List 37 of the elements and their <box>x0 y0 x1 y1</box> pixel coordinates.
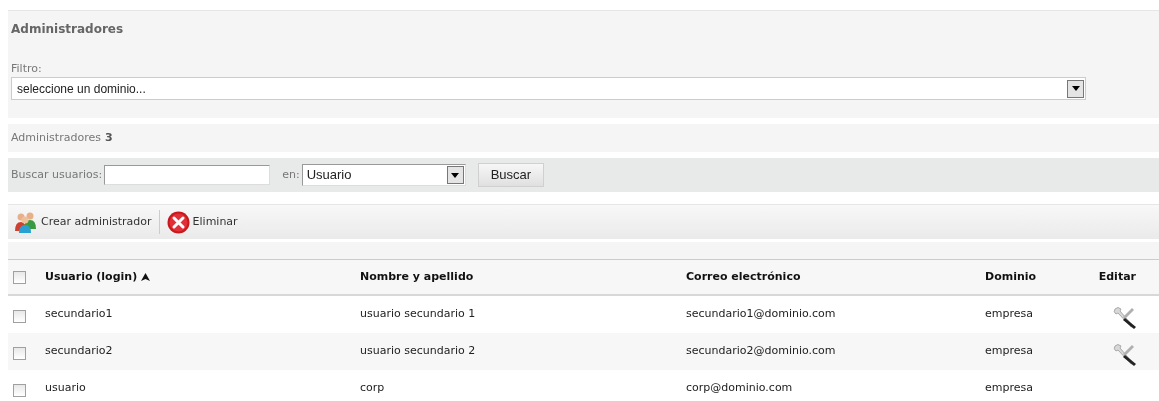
table-cell: usuario secundario 2 <box>360 344 476 358</box>
table-cell: usuario secundario 1 <box>360 307 476 321</box>
table-cell: secundario1 <box>45 307 113 321</box>
table-cell: corp@dominio.com <box>686 381 793 395</box>
column-header[interactable]: Editar <box>1098 268 1136 286</box>
table-cell: secundario1@dominio.com <box>686 307 836 321</box>
delete-button[interactable]: Eliminar <box>166 210 238 234</box>
checkbox[interactable] <box>13 384 26 397</box>
domain-select[interactable]: seleccione un dominio... <box>11 77 1086 100</box>
count-value: 3 <box>104 129 113 146</box>
checkbox[interactable] <box>13 270 26 284</box>
table-cell: secundario2 <box>45 344 113 358</box>
search-button[interactable]: Buscar <box>477 163 545 187</box>
table-cell: usuario <box>45 381 86 395</box>
search-field[interactable] <box>104 165 271 185</box>
field-select[interactable]: Usuario <box>301 164 466 186</box>
column-header[interactable]: Correo electrónico <box>686 268 801 286</box>
table-cell: empresa <box>985 307 1033 321</box>
checkbox[interactable] <box>13 347 26 360</box>
tools-icon[interactable] <box>1112 341 1138 366</box>
table-cell: secundario2@dominio.com <box>686 344 836 358</box>
tools-icon[interactable] <box>1112 304 1138 329</box>
users-icon <box>14 211 38 233</box>
page-title: Administradores <box>11 20 124 38</box>
search-label: Buscar usuarios: <box>11 166 103 183</box>
search-in-label: en: <box>282 166 300 183</box>
count-label: Administradores <box>11 129 101 146</box>
checkbox[interactable] <box>13 310 26 323</box>
column-header[interactable]: Nombre y apellido <box>360 268 474 286</box>
column-header[interactable]: Dominio <box>985 268 1037 286</box>
filter-label: Filtro: <box>11 62 43 76</box>
create-button[interactable]: Crear administrador <box>14 211 152 233</box>
table-cell: empresa <box>985 381 1033 395</box>
delete-icon <box>166 210 190 234</box>
table-cell: corp <box>360 381 385 395</box>
column-header[interactable]: Usuario (login) <box>45 268 138 286</box>
table-cell: empresa <box>985 344 1033 358</box>
